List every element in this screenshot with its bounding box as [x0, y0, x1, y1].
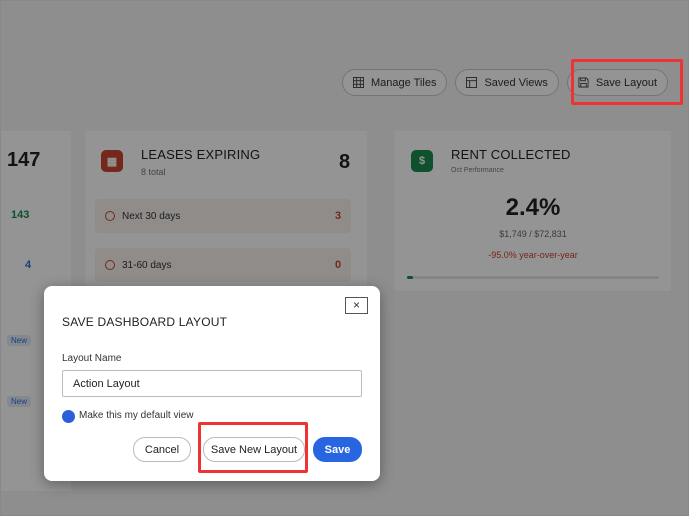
- close-icon[interactable]: ×: [345, 297, 368, 314]
- layout-name-input[interactable]: [62, 370, 362, 397]
- cancel-button[interactable]: Cancel: [133, 437, 191, 462]
- save-layout-highlight: [571, 59, 683, 105]
- default-view-label: Make this my default view: [79, 410, 194, 421]
- default-view-radio[interactable]: [62, 410, 75, 423]
- save-new-layout-highlight: [198, 422, 308, 473]
- dialog-title: SAVE DASHBOARD LAYOUT: [62, 315, 228, 329]
- layout-name-label: Layout Name: [62, 353, 122, 364]
- save-button[interactable]: Save: [313, 437, 362, 462]
